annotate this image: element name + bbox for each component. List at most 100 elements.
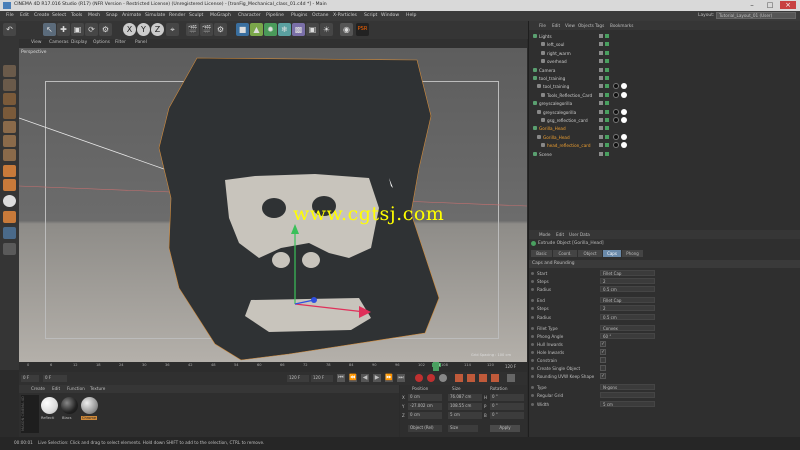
move-icon[interactable]: ✚ xyxy=(57,23,70,36)
tag-material-icon[interactable] xyxy=(613,117,619,123)
visibility-toggle[interactable] xyxy=(599,151,603,156)
object-row[interactable]: Camera xyxy=(529,67,800,75)
autokey-icon[interactable] xyxy=(427,374,435,382)
object-row[interactable]: overhead xyxy=(529,58,800,66)
enabled-toggle[interactable] xyxy=(605,34,609,38)
planar-workplane-icon[interactable] xyxy=(3,227,16,239)
light-icon[interactable]: ☀ xyxy=(320,23,333,36)
object-row[interactable]: Lights xyxy=(529,33,800,41)
size-field[interactable]: 108.55 cm xyxy=(448,403,482,410)
menu-item-tools[interactable]: Tools xyxy=(71,13,82,18)
attr-value-field[interactable]: 60 ° xyxy=(600,332,655,339)
edges-mode-icon[interactable] xyxy=(3,135,16,147)
frame-field[interactable]: 0 F xyxy=(43,375,67,382)
array-icon[interactable]: ✹ xyxy=(264,23,277,36)
enabled-toggle[interactable] xyxy=(605,101,609,106)
viewport-menu-panel[interactable]: Panel xyxy=(135,40,147,45)
recent-tools-icon[interactable]: ⚙ xyxy=(99,23,112,36)
enabled-toggle[interactable] xyxy=(605,143,609,148)
visibility-toggle[interactable] xyxy=(599,59,603,64)
viewport-menu-display[interactable]: Display xyxy=(71,40,87,45)
object-row[interactable]: Gorilla_Head xyxy=(529,125,800,133)
camera-icon[interactable]: ▣ xyxy=(306,23,319,36)
objmgr-menu-tags[interactable]: Tags xyxy=(595,23,604,28)
attr-bullet-icon[interactable] xyxy=(531,307,534,311)
tab-phong[interactable]: Phong xyxy=(622,250,643,257)
visibility-toggle[interactable] xyxy=(599,143,603,148)
tag-material-icon-2[interactable] xyxy=(621,83,627,90)
objmgr-menu-file[interactable]: File xyxy=(539,23,546,28)
object-row[interactable]: greyscalegorilla xyxy=(529,100,800,108)
tab-caps[interactable]: Caps xyxy=(603,250,621,257)
position-field[interactable]: -27.002 cm xyxy=(408,403,442,410)
enabled-toggle[interactable] xyxy=(605,50,609,55)
attr-menu-mode[interactable]: Mode xyxy=(539,232,550,237)
menu-item-sculpt[interactable]: Sculpt xyxy=(189,13,203,18)
menu-item-select[interactable]: Select xyxy=(52,13,66,18)
texture-mode-icon[interactable] xyxy=(3,93,16,105)
render-view-icon[interactable]: 🎬 xyxy=(186,23,199,36)
tweak-mode-icon[interactable] xyxy=(3,179,16,191)
enabled-toggle[interactable] xyxy=(605,134,609,139)
attr-value-field[interactable]: Convex xyxy=(600,324,655,331)
attr-value-field[interactable] xyxy=(600,392,655,399)
tag-material-icon[interactable] xyxy=(613,108,619,115)
object-row[interactable]: Tools_Reflection_Card xyxy=(529,91,800,100)
attr-value-field[interactable]: 5 cm xyxy=(600,400,655,407)
attr-bullet-icon[interactable] xyxy=(531,359,534,362)
attr-bullet-icon[interactable] xyxy=(531,367,534,371)
object-row[interactable]: left_soul xyxy=(529,41,800,49)
visibility-toggle[interactable] xyxy=(599,34,603,38)
attr-bullet-icon[interactable] xyxy=(531,394,534,398)
tag-material-icon-2[interactable] xyxy=(621,142,627,149)
axis-mode-icon[interactable] xyxy=(3,165,16,177)
menu-item-animate[interactable]: Animate xyxy=(122,13,141,18)
position-field[interactable]: 0 cm xyxy=(408,394,442,401)
points-mode-icon[interactable] xyxy=(3,121,16,133)
menu-item-script[interactable]: Script xyxy=(364,13,377,18)
material-menu-create[interactable]: Create xyxy=(31,386,45,391)
material-menu-edit[interactable]: Edit xyxy=(52,386,60,391)
apply-button[interactable]: Apply xyxy=(490,425,520,432)
octane-icon[interactable]: ◉ xyxy=(340,23,353,36)
start-frame-field[interactable]: 0 F xyxy=(21,375,39,382)
menu-item-simulate[interactable]: Simulate xyxy=(145,13,165,18)
minimize-icon[interactable]: – xyxy=(744,1,760,9)
end-frame-field-2[interactable]: 120 F xyxy=(311,375,333,382)
workplane-mode-icon[interactable] xyxy=(3,107,16,119)
size-field[interactable]: 76.087 cm xyxy=(448,394,482,401)
snap-icon[interactable] xyxy=(3,195,16,207)
visibility-toggle[interactable] xyxy=(599,101,603,106)
objmgr-menu-bookmarks[interactable]: Bookmarks xyxy=(610,23,633,28)
rotation-field[interactable]: 0 ° xyxy=(490,403,524,410)
attr-bullet-icon[interactable] xyxy=(531,350,534,354)
tag-material-icon[interactable] xyxy=(613,91,619,98)
cube-icon[interactable]: ■ xyxy=(236,23,249,36)
tag-material-icon[interactable] xyxy=(613,133,619,140)
attr-value-field[interactable]: Fillet Cap xyxy=(600,297,655,304)
rotation-field[interactable]: 0 ° xyxy=(490,394,524,401)
material-menu-function[interactable]: Function xyxy=(67,386,85,391)
position-field[interactable]: 0 cm xyxy=(408,412,442,419)
menu-item-x-particles[interactable]: X-Particles xyxy=(333,13,357,18)
render-settings-icon[interactable]: ⚙ xyxy=(214,23,227,36)
attr-bullet-icon[interactable] xyxy=(531,402,534,406)
viewport[interactable]: Perspective www.cgtsj.com Grid Spacing :… xyxy=(19,48,527,362)
attr-bullet-icon[interactable] xyxy=(531,334,534,338)
menu-item-render[interactable]: Render xyxy=(169,13,185,18)
object-row[interactable]: greyscalegorilla xyxy=(529,108,800,117)
material-black-swatch[interactable] xyxy=(61,397,78,414)
objmgr-menu-objects[interactable]: Objects xyxy=(578,23,594,28)
menu-item-snap[interactable]: Snap xyxy=(106,13,118,18)
object-row[interactable]: tool_training xyxy=(529,75,800,83)
key-scale-icon[interactable] xyxy=(467,374,475,382)
enabled-toggle[interactable] xyxy=(605,84,609,89)
timeline-playhead[interactable] xyxy=(433,362,439,371)
attr-checkbox[interactable]: ✓ xyxy=(600,348,606,355)
visibility-toggle[interactable] xyxy=(599,126,603,131)
y-axis-button[interactable]: Y xyxy=(137,23,150,36)
record-icon[interactable] xyxy=(415,374,423,382)
attr-bullet-icon[interactable] xyxy=(531,315,534,319)
object-row[interactable]: tool_training xyxy=(529,83,800,91)
attr-menu-user-data[interactable]: User Data xyxy=(569,232,590,237)
